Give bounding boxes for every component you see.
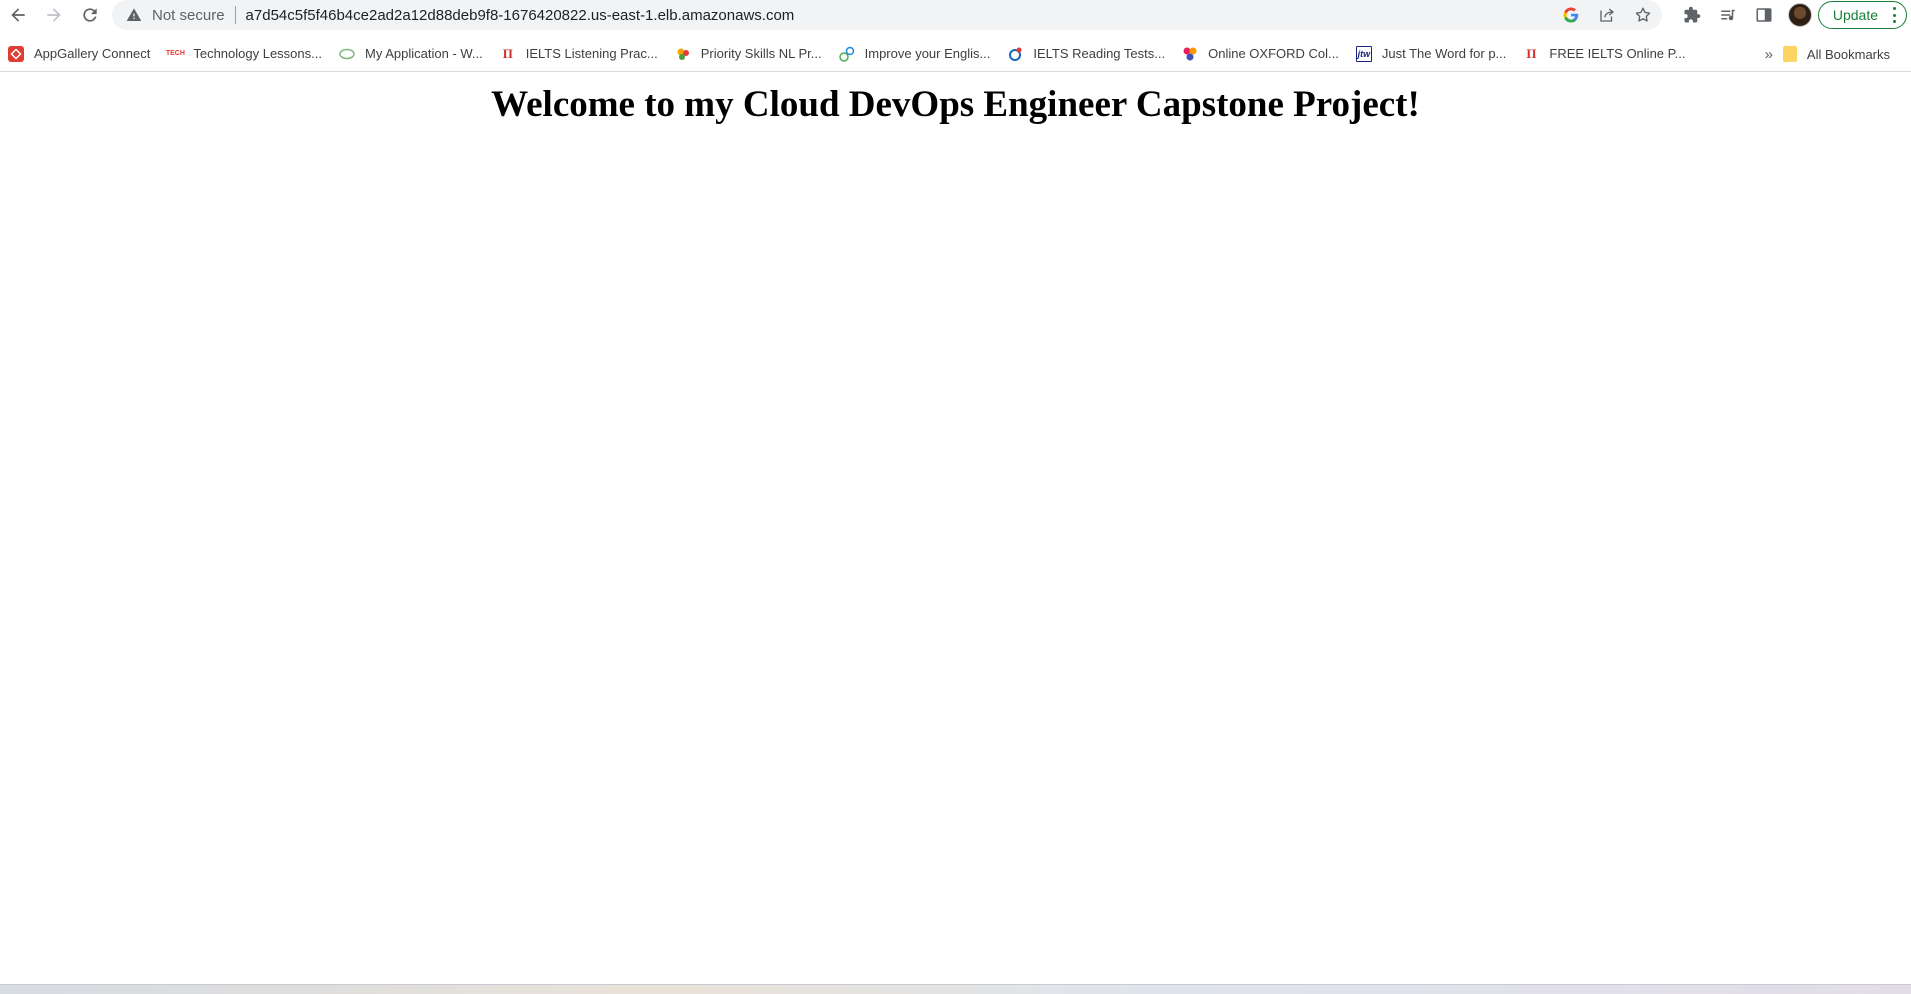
bookmark-label: Improve your Englis...	[864, 46, 991, 61]
oxford-icon	[1182, 46, 1198, 62]
bookmark-label: My Application - W...	[364, 46, 483, 61]
share-icon[interactable]	[1596, 4, 1618, 26]
side-panel-icon[interactable]	[1746, 0, 1782, 30]
bookmark-appgallery[interactable]: AppGallery Connect	[0, 40, 159, 68]
puzzle-icon[interactable]	[1674, 0, 1710, 30]
page-content: Welcome to my Cloud DevOps Engineer Caps…	[0, 73, 1911, 984]
browser-toolbar: Not secure a7d54c5f5f46b4ce2ad2a12d88deb…	[0, 0, 1911, 36]
update-label: Update	[1832, 7, 1878, 23]
bookmark-label: Priority Skills NL Pr...	[700, 46, 822, 61]
bookmark-ielts-reading[interactable]: IELTS Reading Tests...	[999, 40, 1174, 68]
update-button[interactable]: Update	[1817, 1, 1907, 29]
bookmark-label: AppGallery Connect	[34, 46, 151, 61]
more-vert-icon	[1892, 7, 1896, 23]
page-title: Welcome to my Cloud DevOps Engineer Caps…	[491, 84, 1420, 125]
improve-english-icon	[838, 46, 855, 62]
bookmark-label: IELTS Reading Tests...	[1033, 46, 1166, 61]
my-application-icon	[339, 46, 355, 62]
bookmark-technology-lessons[interactable]: TECH Technology Lessons...	[159, 40, 331, 68]
bookmarks-bar: AppGallery Connect TECH Technology Lesso…	[0, 36, 1911, 72]
url-text[interactable]: a7d54c5f5f46b4ce2ad2a12d88deb9f8-1676420…	[246, 7, 795, 24]
bookmark-oxford[interactable]: Online OXFORD Col...	[1174, 40, 1348, 68]
bookmark-label: Just The Word for p...	[1381, 46, 1507, 61]
back-button[interactable]	[0, 0, 36, 30]
star-icon[interactable]	[1632, 4, 1654, 26]
bookmarks-overflow-button[interactable]: »	[1765, 36, 1773, 72]
bookmark-label: Online OXFORD Col...	[1208, 46, 1339, 61]
appgallery-icon	[8, 45, 24, 62]
avatar[interactable]	[1787, 3, 1812, 27]
reading-list-icon[interactable]	[1710, 0, 1746, 30]
bookmark-my-application[interactable]: My Application - W...	[331, 40, 492, 68]
security-status[interactable]: Not secure	[152, 7, 225, 24]
bookmark-free-ielts[interactable]: П FREE IELTS Online P...	[1515, 40, 1694, 68]
bookmark-just-the-word[interactable]: jtw Just The Word for p...	[1348, 40, 1516, 68]
os-taskbar	[0, 984, 1911, 994]
address-bar[interactable]: Not secure a7d54c5f5f46b4ce2ad2a12d88deb…	[112, 0, 1662, 30]
bookmark-label: Technology Lessons...	[193, 46, 322, 61]
back-arrow-icon	[11, 8, 25, 22]
reload-button[interactable]	[72, 0, 108, 30]
google-icon[interactable]	[1560, 4, 1582, 26]
reload-icon	[83, 8, 97, 22]
all-bookmarks-button[interactable]: All Bookmarks	[1775, 40, 1899, 68]
warning-icon	[126, 7, 142, 23]
priority-skills-icon	[675, 46, 691, 62]
bookmark-priority-skills[interactable]: Priority Skills NL Pr...	[667, 40, 831, 68]
all-bookmarks-label: All Bookmarks	[1806, 46, 1890, 62]
free-ielts-icon: П	[1526, 45, 1537, 61]
bookmark-label: FREE IELTS Online P...	[1549, 46, 1686, 61]
bookmark-label: IELTS Listening Prac...	[525, 46, 658, 61]
bookmark-improve-english[interactable]: Improve your Englis...	[831, 40, 1000, 68]
tech-lessons-icon: TECH	[165, 50, 185, 57]
forward-button[interactable]	[36, 0, 72, 30]
address-separator	[234, 6, 236, 24]
folder-icon	[1782, 46, 1797, 62]
ielts-icon: П	[502, 45, 513, 61]
forward-arrow-icon	[47, 8, 61, 22]
ielts-reading-icon	[1007, 46, 1023, 62]
bookmark-ielts-listening[interactable]: П IELTS Listening Prac...	[492, 40, 667, 68]
just-the-word-icon: jtw	[1355, 45, 1372, 62]
